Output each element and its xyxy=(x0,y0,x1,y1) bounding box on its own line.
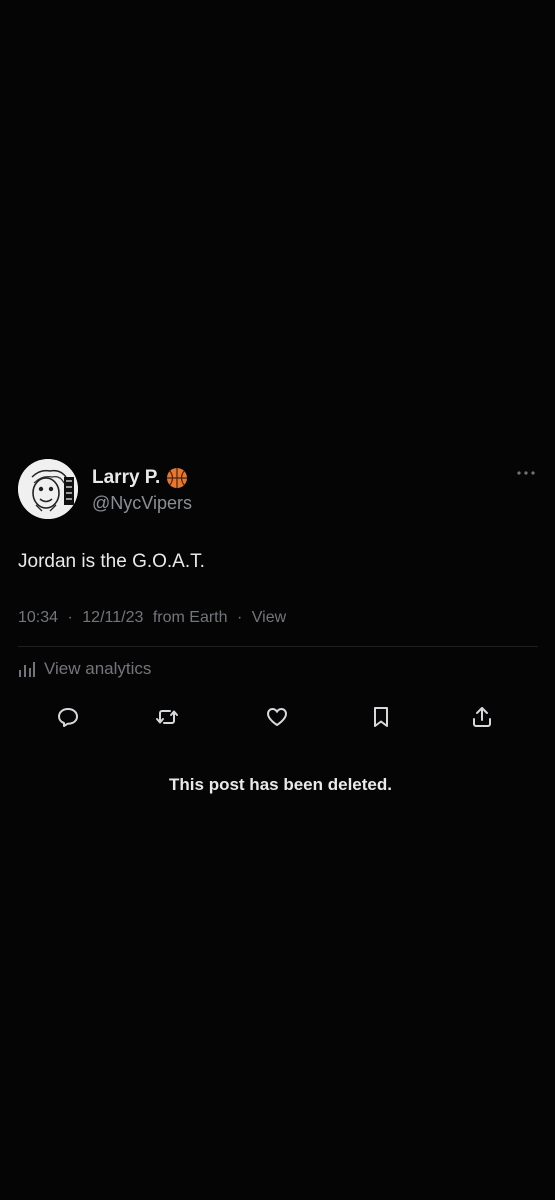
author-name-row[interactable]: Larry P. xyxy=(92,467,188,489)
tweet-time: 10:34 xyxy=(18,609,59,626)
tweet-meta: 10:34 · 12/11/23 from Earth · View xyxy=(18,609,286,627)
analytics-label[interactable]: View analytics xyxy=(44,659,151,679)
retweet-button[interactable] xyxy=(152,702,182,732)
share-button[interactable] xyxy=(467,702,497,732)
avatar[interactable] xyxy=(18,459,78,519)
divider xyxy=(18,646,538,647)
tweet-text: Jordan is the G.O.A.T. xyxy=(18,551,205,572)
share-icon xyxy=(473,707,491,727)
analytics-icon xyxy=(19,662,35,677)
reply-icon xyxy=(58,708,78,727)
display-name[interactable]: Larry P. xyxy=(92,467,160,489)
bookmark-icon xyxy=(374,707,388,727)
author-handle[interactable]: @NycVipers xyxy=(92,493,192,514)
meta-separator: · xyxy=(236,609,243,626)
tweet-source: from Earth xyxy=(152,609,228,626)
heart-icon xyxy=(267,708,287,726)
vipers-logo-icon xyxy=(18,459,78,519)
deleted-post-notice: This post has been deleted. xyxy=(169,775,392,794)
action-bar xyxy=(0,702,555,732)
like-button[interactable] xyxy=(262,702,292,732)
view-analytics-link[interactable]: View analytics xyxy=(18,659,151,679)
retweet-icon xyxy=(156,710,178,724)
meta-separator: · xyxy=(67,609,73,626)
more-options-icon[interactable] xyxy=(514,466,538,480)
bookmark-button[interactable] xyxy=(366,702,396,732)
tweet-date: 12/11/23 xyxy=(82,609,144,626)
reply-button[interactable] xyxy=(53,702,83,732)
basketball-emoji-icon xyxy=(167,468,188,488)
views-link[interactable]: View xyxy=(252,609,286,626)
